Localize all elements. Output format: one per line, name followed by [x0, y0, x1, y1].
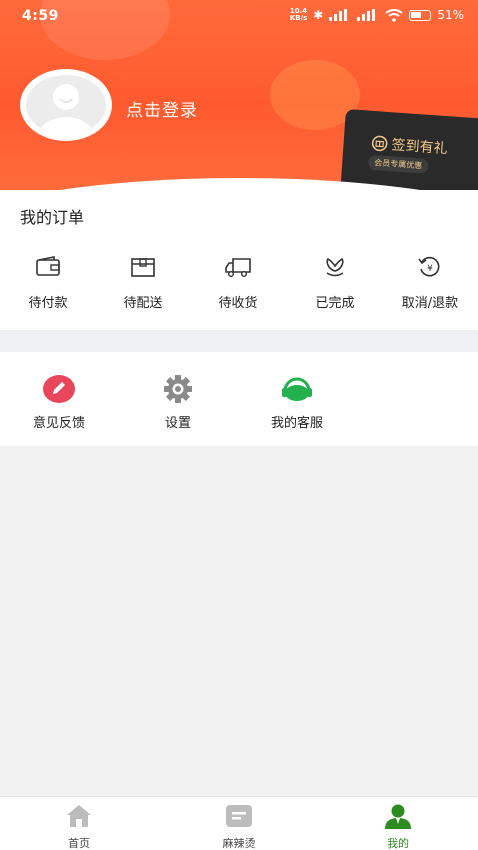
box-icon — [131, 258, 155, 277]
gift-icon — [371, 135, 388, 152]
login-link[interactable]: 点击登录 — [126, 96, 198, 121]
bluetooth-icon: ✱ — [313, 8, 324, 22]
battery-icon — [409, 9, 432, 21]
order-item-label: 待配送 — [123, 296, 163, 311]
refund-icon: ¥ — [418, 256, 440, 277]
user-icon — [385, 804, 411, 829]
tool-label: 设置 — [164, 416, 191, 431]
order-item-label: 取消/退款 — [401, 296, 459, 311]
member-offer-badge: 会员专属优惠 — [367, 154, 429, 174]
nav-malatang[interactable]: 麻辣烫 — [199, 803, 279, 850]
customer-service-button[interactable]: 我的客服 — [252, 374, 342, 431]
status-bar: 4:59 10.4 KB/s ✱ 51% — [0, 0, 478, 34]
nav-label: 首页 — [68, 837, 90, 850]
order-pending-delivery[interactable]: 待配送 — [98, 254, 188, 311]
flower-icon — [326, 257, 344, 277]
order-pending-payment[interactable]: 待付款 — [3, 254, 93, 311]
svg-text:¥: ¥ — [427, 264, 433, 274]
wifi-icon — [385, 8, 403, 22]
headset-icon — [282, 377, 312, 401]
nav-label: 我的 — [387, 837, 409, 850]
nav-home[interactable]: 首页 — [39, 803, 119, 850]
check-in-card[interactable]: 签到有礼 会员专属优惠 — [340, 109, 478, 190]
nav-mine[interactable]: 我的 — [358, 803, 438, 850]
order-item-label: 待收货 — [218, 296, 258, 311]
order-pending-receipt[interactable]: 待收货 — [193, 254, 283, 311]
section-divider — [0, 330, 478, 352]
net-speed-unit: KB/s — [289, 14, 308, 22]
profile-header: 4:59 10.4 KB/s ✱ 51% 点击登录 签到有礼 会员专属优惠 — [0, 0, 478, 190]
battery-level: 51% — [437, 8, 464, 22]
signal-icon — [357, 9, 376, 21]
truck-icon — [225, 258, 251, 278]
my-orders-heading: 我的订单 — [20, 208, 85, 227]
check-in-title: 签到有礼 — [371, 133, 448, 158]
signal-icon — [329, 9, 348, 21]
nav-label: 麻辣烫 — [222, 837, 256, 850]
status-time: 4:59 — [22, 8, 59, 24]
home-icon — [67, 805, 91, 827]
menu-icon — [226, 805, 252, 827]
order-item-label: 已完成 — [315, 296, 355, 311]
my-orders-section: 我的订单 待付款 待配送 待收货 已完成 ¥ 取消/退款 — [0, 190, 478, 330]
wallet-icon — [36, 256, 60, 276]
order-cancel-refund[interactable]: ¥ 取消/退款 — [385, 254, 475, 311]
tools-section: 意见反馈 设置 我的客服 — [0, 352, 478, 446]
settings-button[interactable]: 设置 — [133, 374, 223, 431]
order-completed[interactable]: 已完成 — [290, 254, 380, 311]
net-speed: 10.4 KB/s — [290, 8, 307, 22]
order-item-label: 待付款 — [28, 296, 68, 311]
check-in-label: 签到有礼 — [391, 137, 449, 158]
avatar[interactable] — [20, 69, 112, 141]
bottom-navigation: 首页 麻辣烫 我的 — [0, 796, 478, 850]
pencil-icon — [43, 375, 75, 403]
tool-label: 我的客服 — [270, 416, 323, 431]
feedback-button[interactable]: 意见反馈 — [14, 374, 104, 431]
default-avatar-icon — [26, 75, 106, 135]
tool-label: 意见反馈 — [32, 416, 85, 431]
gear-icon — [164, 375, 192, 403]
